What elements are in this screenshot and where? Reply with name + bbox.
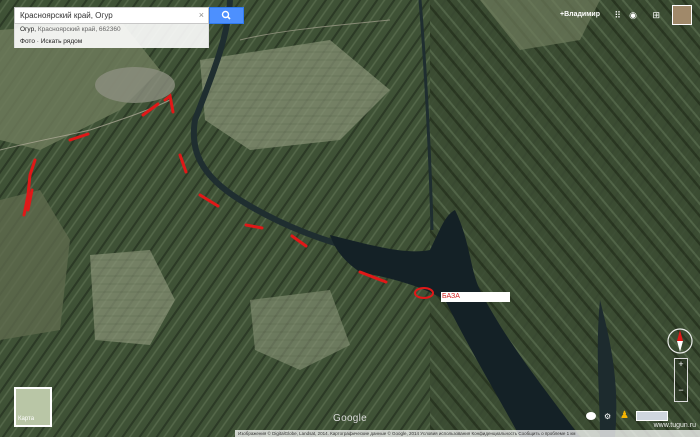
help-icon[interactable] bbox=[586, 412, 596, 420]
minimap-label: Карта bbox=[18, 416, 35, 422]
search-icon bbox=[221, 10, 231, 20]
settings-icon[interactable]: ⚙ bbox=[604, 412, 611, 421]
suggestion-secondary: Красноярский край, 662360 bbox=[37, 26, 121, 33]
map-type-toggle[interactable]: Карта bbox=[14, 387, 52, 427]
imagery-tray[interactable] bbox=[636, 411, 668, 421]
suggestion-main: Фото · Искать рядом bbox=[20, 38, 83, 45]
pegman-icon[interactable]: ♟ bbox=[620, 410, 629, 421]
zoom-in-icon[interactable]: + bbox=[675, 359, 687, 369]
google-logo: Google bbox=[333, 413, 368, 424]
zoom-out-icon[interactable]: − bbox=[675, 385, 687, 395]
search-input[interactable]: Красноярский край, Огур × bbox=[14, 7, 209, 24]
attribution-bar: Изображения © DigitalGlobe, Landsat, 201… bbox=[235, 430, 700, 437]
user-name-link[interactable]: +Владимир bbox=[560, 11, 600, 18]
base-label: БАЗА bbox=[441, 292, 510, 302]
search-value: Красноярский край, Огур bbox=[20, 11, 113, 20]
clear-icon[interactable]: × bbox=[199, 10, 204, 20]
watermark: www.tugun.ru bbox=[653, 422, 696, 429]
share-icon[interactable]: ⊞ bbox=[652, 10, 660, 21]
avatar[interactable] bbox=[672, 5, 692, 25]
apps-grid-icon[interactable]: ⠿ bbox=[614, 10, 621, 21]
notifications-icon[interactable]: ◉ bbox=[629, 10, 637, 21]
compass-control[interactable] bbox=[666, 327, 694, 355]
village-area bbox=[95, 67, 175, 103]
suggestion-item[interactable]: Огур, Красноярский край, 662360 bbox=[14, 24, 209, 36]
satellite-map[interactable] bbox=[0, 0, 700, 437]
zoom-control[interactable]: + − bbox=[674, 358, 688, 402]
search-button[interactable] bbox=[209, 7, 244, 24]
terrain-east bbox=[430, 0, 700, 437]
suggestion-item[interactable]: Фото · Искать рядом bbox=[14, 36, 209, 48]
suggestion-main: Огур, bbox=[20, 26, 37, 33]
